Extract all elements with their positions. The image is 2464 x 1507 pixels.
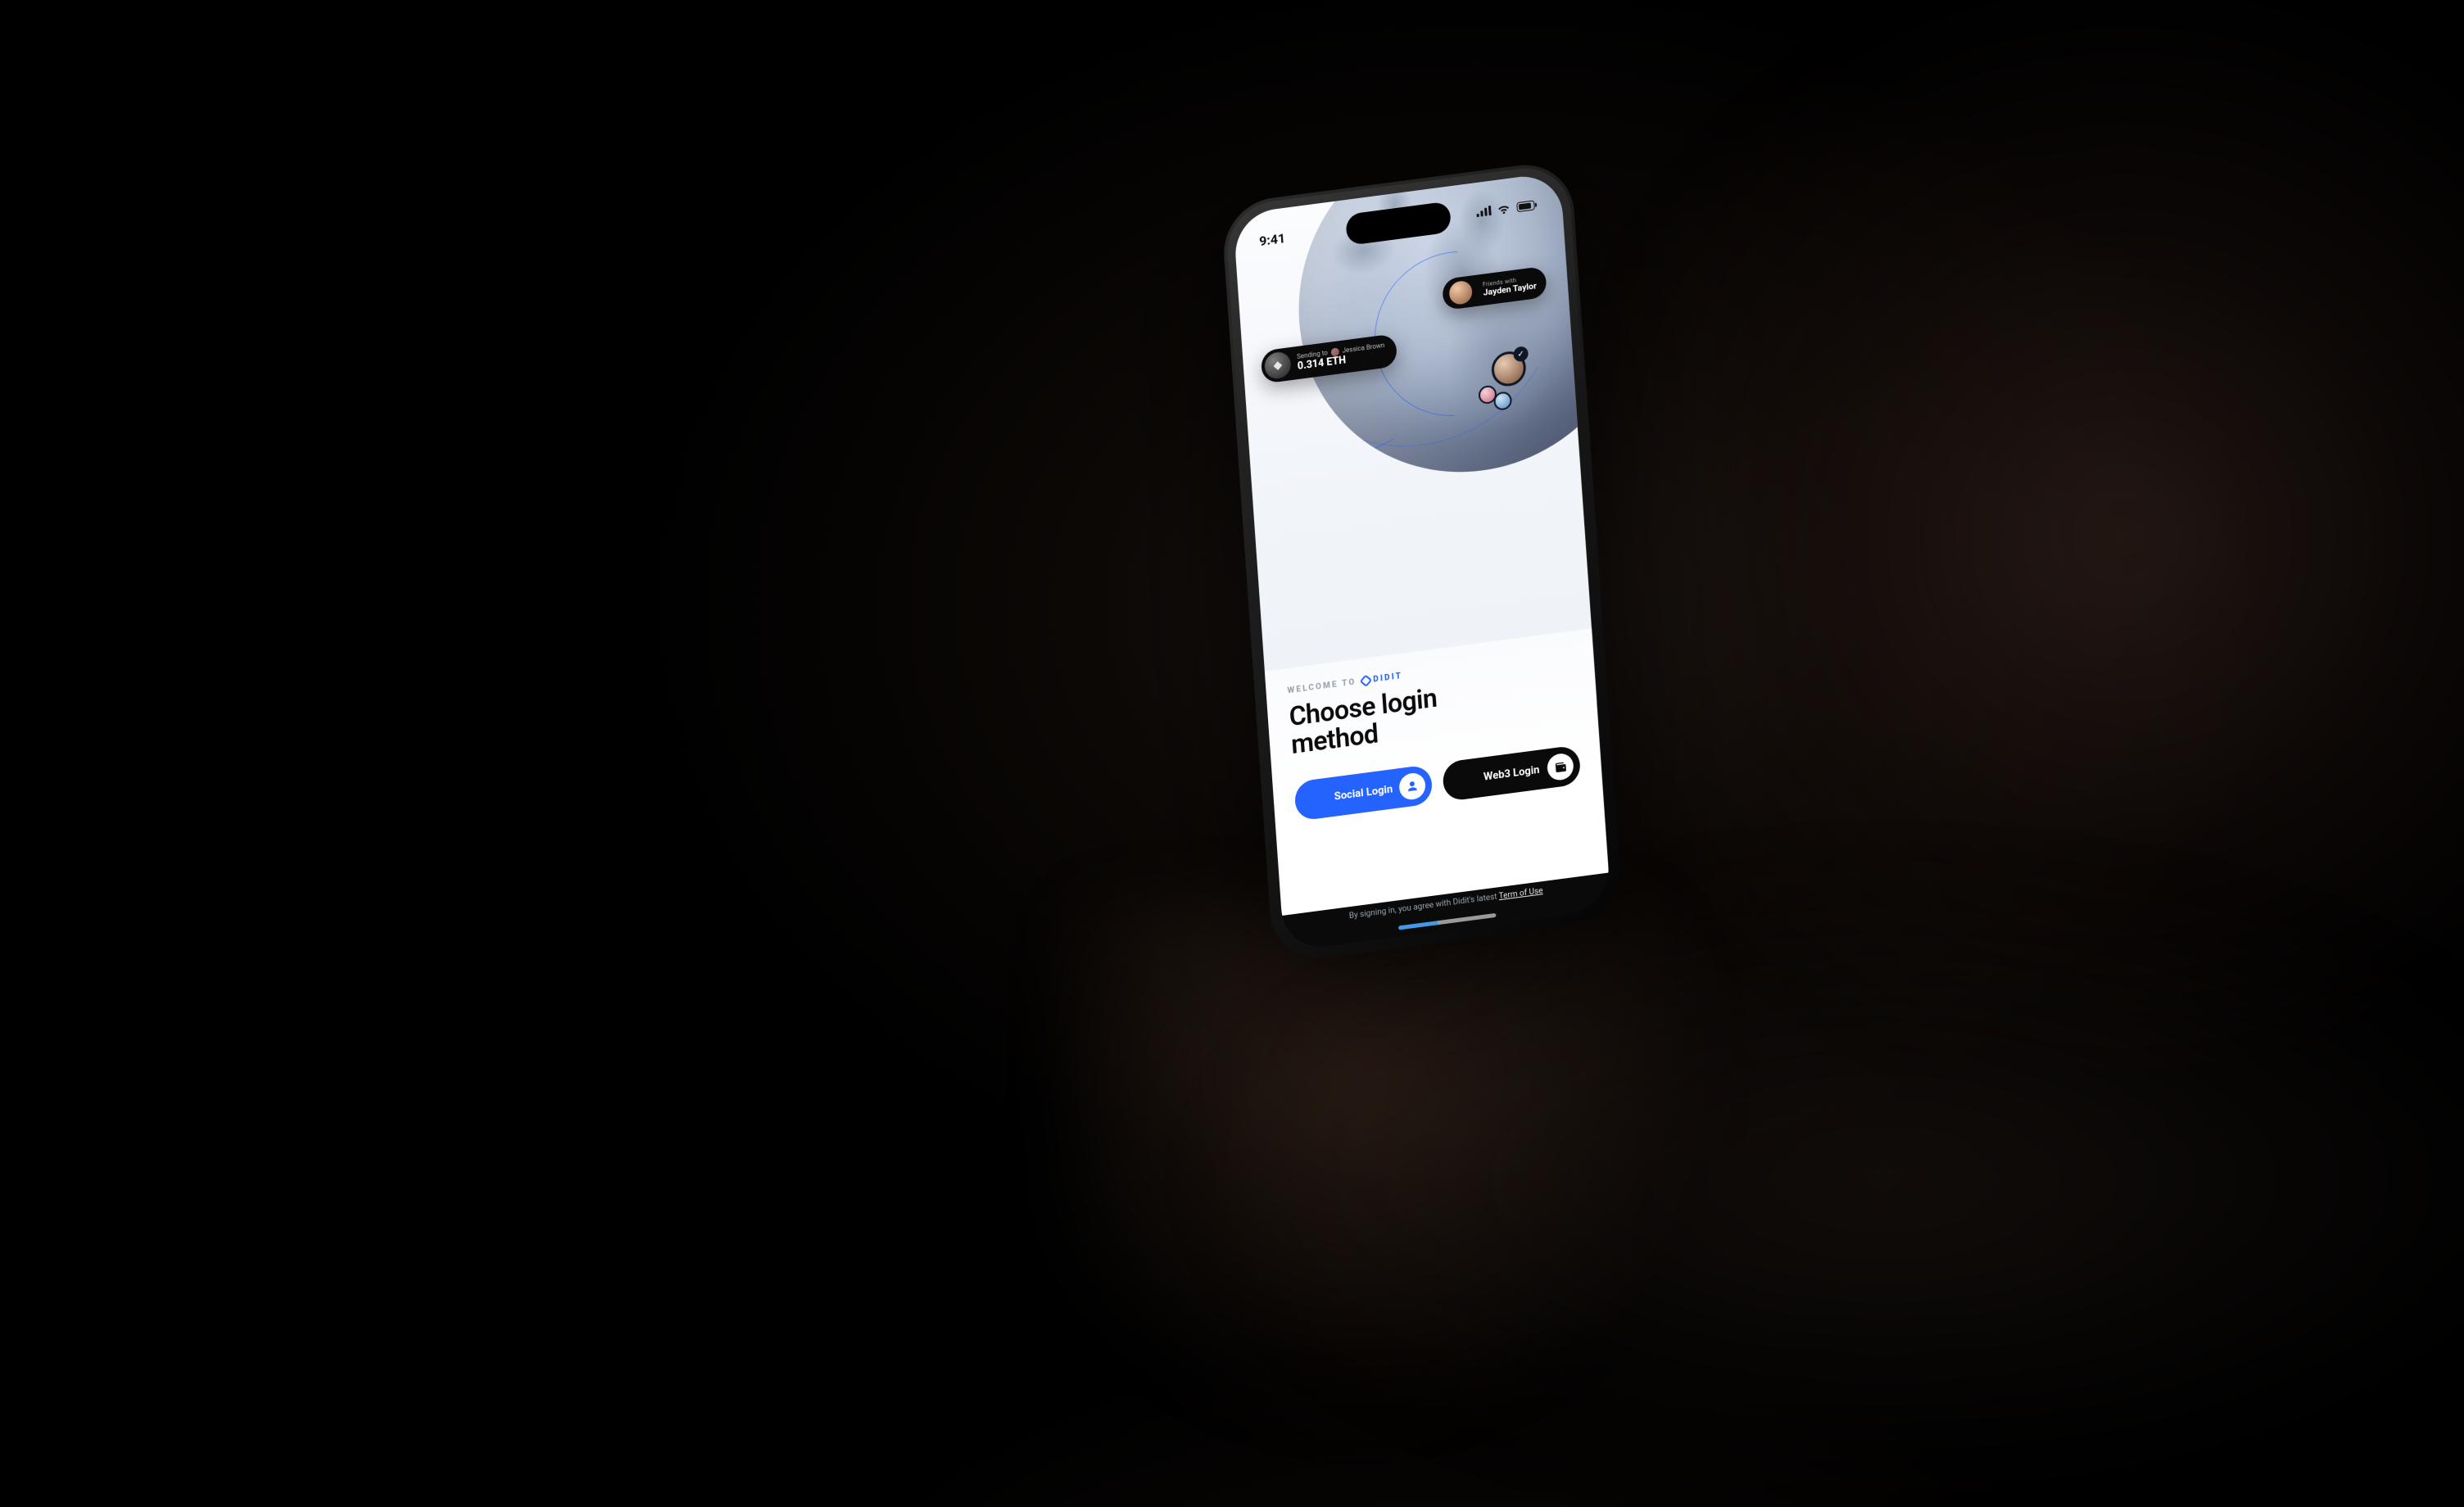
friend-avatar-icon [1447, 278, 1475, 307]
avatar-cluster: ✓ [1474, 350, 1529, 407]
login-button-row: Social Login Web3 Login [1293, 744, 1581, 821]
web3-login-label: Web3 Login [1483, 763, 1540, 783]
ethereum-icon: ◆ [1264, 351, 1292, 380]
web3-login-button[interactable]: Web3 Login [1442, 744, 1581, 802]
login-card: WELCOME TO DIDIT Choose login method Soc… [1265, 628, 1609, 916]
home-indicator [1398, 913, 1497, 930]
ambient-hand-glow [1065, 901, 1802, 1474]
brand-name: DIDIT [1373, 672, 1403, 685]
wallet-icon [1547, 752, 1574, 781]
phone-screen: 9:41 [1233, 172, 1611, 952]
cellular-signal-icon [1476, 206, 1492, 217]
wifi-icon [1497, 202, 1511, 215]
phone-frame: 9:41 [1221, 159, 1624, 965]
recipient-avatar-icon [1330, 348, 1339, 357]
status-time: 9:41 [1259, 229, 1286, 248]
social-login-button[interactable]: Social Login [1293, 764, 1433, 821]
terms-link[interactable]: Term of Use [1498, 886, 1542, 901]
didit-logo-icon [1359, 675, 1371, 688]
ambient-person-silhouette [1628, 0, 2464, 1343]
battery-icon [1516, 199, 1538, 212]
social-login-label: Social Login [1334, 783, 1393, 803]
status-icons [1476, 199, 1538, 218]
phone-mockup: 9:41 [1221, 159, 1624, 965]
user-icon [1398, 772, 1426, 801]
brand-badge: DIDIT [1361, 672, 1402, 686]
